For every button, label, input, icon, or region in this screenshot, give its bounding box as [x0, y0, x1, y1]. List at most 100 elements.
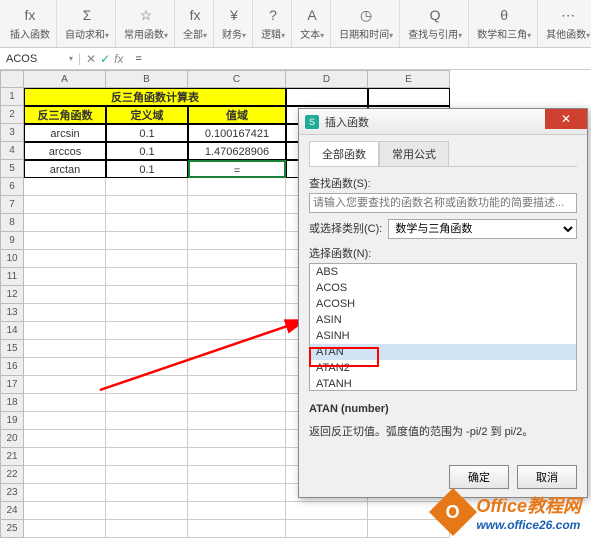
formula-bar: ACOS▾ ✕ ✓ fx = [0, 48, 591, 70]
data-cell[interactable]: arcsin [24, 124, 106, 142]
row-header[interactable]: 2 [0, 106, 24, 124]
row-header[interactable]: 17 [0, 376, 24, 394]
list-item[interactable]: ASINH [310, 328, 576, 344]
row-header[interactable]: 12 [0, 286, 24, 304]
sigma-icon: Σ [77, 6, 97, 24]
watermark: O Office教程网 www.office26.com [436, 492, 581, 532]
tab-common-formulas[interactable]: 常用公式 [379, 141, 449, 166]
header-cell[interactable]: 反三角函数 [24, 106, 106, 124]
data-cell[interactable]: 1.470628906 [188, 142, 286, 160]
row-header[interactable]: 5 [0, 160, 24, 178]
row-header[interactable]: 24 [0, 502, 24, 520]
accept-formula-icon[interactable]: ✓ [100, 52, 110, 66]
more-icon: ⋯ [558, 6, 578, 24]
search-label: 查找函数(S): [309, 175, 577, 191]
row-header[interactable]: 15 [0, 340, 24, 358]
ribbon-text[interactable]: A文本▾ [294, 0, 331, 47]
cancel-button[interactable]: 取消 [517, 465, 577, 489]
row-header[interactable]: 9 [0, 232, 24, 250]
close-button[interactable]: ✕ [545, 109, 587, 129]
row-header[interactable]: 19 [0, 412, 24, 430]
ribbon-datetime[interactable]: ◷日期和时间▾ [333, 0, 400, 47]
category-select[interactable]: 数学与三角函数 [388, 219, 577, 239]
select-all-corner[interactable] [0, 70, 24, 88]
fx-icon: fx [185, 6, 205, 24]
row-header[interactable]: 10 [0, 250, 24, 268]
col-header[interactable]: D [286, 70, 368, 88]
row-header[interactable]: 16 [0, 358, 24, 376]
function-signature: ATAN (number) [309, 403, 389, 415]
clock-icon: ◷ [356, 6, 376, 24]
row-header[interactable]: 23 [0, 484, 24, 502]
active-cell[interactable]: = [188, 160, 286, 178]
search-input[interactable] [309, 193, 577, 213]
col-header[interactable]: B [106, 70, 188, 88]
row-header[interactable]: 3 [0, 124, 24, 142]
header-cell[interactable]: 值域 [188, 106, 286, 124]
list-item[interactable]: ABS [310, 264, 576, 280]
function-description: 返回反正切值。弧度值的范围为 -pi/2 到 pi/2。 [309, 423, 577, 439]
row-header[interactable]: 7 [0, 196, 24, 214]
dialog-title: 插入函数 [325, 114, 369, 130]
watermark-title: Office教程网 [476, 492, 581, 518]
function-listbox[interactable]: ABS ACOS ACOSH ASIN ASINH ATAN ATAN2 ATA… [309, 263, 577, 391]
yen-icon: ¥ [224, 6, 244, 24]
name-box[interactable]: ACOS▾ [0, 53, 80, 65]
row-header[interactable]: 20 [0, 430, 24, 448]
col-header[interactable]: A [24, 70, 106, 88]
ribbon-common-fn[interactable]: ☆常用函数▾ [118, 0, 175, 47]
ribbon-autosum[interactable]: Σ自动求和▾ [59, 0, 116, 47]
formula-input[interactable]: = [129, 53, 591, 65]
category-label: 或选择类别(C): [309, 220, 382, 236]
fx-icon: fx [20, 6, 40, 24]
text-icon: A [302, 6, 322, 24]
list-item[interactable]: ACOSH [310, 296, 576, 312]
row-header[interactable]: 1 [0, 88, 24, 106]
select-function-label: 选择函数(N): [309, 245, 577, 261]
data-cell[interactable]: 0.1 [106, 124, 188, 142]
app-icon: S [305, 115, 319, 129]
data-cell[interactable]: arccos [24, 142, 106, 160]
ribbon-all[interactable]: fx全部▾ [177, 0, 214, 47]
ribbon-logic[interactable]: ?逻辑▾ [255, 0, 292, 47]
row-header[interactable]: 4 [0, 142, 24, 160]
row-header[interactable]: 11 [0, 268, 24, 286]
search-icon: Q [425, 6, 445, 24]
data-cell[interactable]: 0.1 [106, 142, 188, 160]
row-header[interactable]: 14 [0, 322, 24, 340]
row-header[interactable]: 25 [0, 520, 24, 538]
table-title[interactable]: 反三角函数计算表 [24, 88, 286, 106]
ribbon-other[interactable]: ⋯其他函数▾ [540, 0, 591, 47]
list-item[interactable]: ASIN [310, 312, 576, 328]
dialog-titlebar[interactable]: S 插入函数 ✕ [299, 109, 587, 135]
col-header[interactable]: E [368, 70, 450, 88]
cancel-formula-icon[interactable]: ✕ [86, 52, 96, 66]
question-icon: ? [263, 6, 283, 24]
row-header[interactable]: 21 [0, 448, 24, 466]
header-cell[interactable]: 定义域 [106, 106, 188, 124]
fx-icon[interactable]: fx [114, 52, 123, 66]
tab-all-functions[interactable]: 全部函数 [309, 141, 379, 166]
list-item-selected[interactable]: ATAN [310, 344, 576, 360]
row-header[interactable]: 6 [0, 178, 24, 196]
list-item[interactable]: ATANH [310, 376, 576, 391]
theta-icon: θ [494, 6, 514, 24]
data-cell[interactable]: 0.100167421 [188, 124, 286, 142]
list-item[interactable]: ATAN2 [310, 360, 576, 376]
ribbon-insert-function[interactable]: fx插入函数 [4, 0, 57, 47]
ok-button[interactable]: 确定 [449, 465, 509, 489]
list-item[interactable]: ACOS [310, 280, 576, 296]
row-header[interactable]: 18 [0, 394, 24, 412]
office-logo-icon: O [429, 488, 477, 536]
ribbon-toolbar: fx插入函数 Σ自动求和▾ ☆常用函数▾ fx全部▾ ¥财务▾ ?逻辑▾ A文本… [0, 0, 591, 48]
row-header[interactable]: 13 [0, 304, 24, 322]
data-cell[interactable]: 0.1 [106, 160, 188, 178]
row-header[interactable]: 8 [0, 214, 24, 232]
insert-function-dialog: S 插入函数 ✕ 全部函数 常用公式 查找函数(S): 或选择类别(C): 数学… [298, 108, 588, 498]
row-header[interactable]: 22 [0, 466, 24, 484]
ribbon-lookup[interactable]: Q查找与引用▾ [402, 0, 469, 47]
ribbon-math[interactable]: θ数学和三角▾ [471, 0, 538, 47]
col-header[interactable]: C [188, 70, 286, 88]
ribbon-finance[interactable]: ¥财务▾ [216, 0, 253, 47]
data-cell[interactable]: arctan [24, 160, 106, 178]
